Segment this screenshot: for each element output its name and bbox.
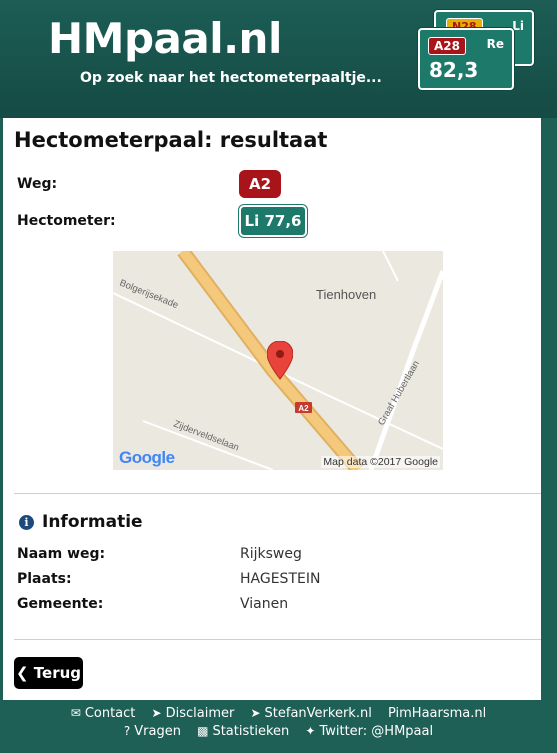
footer-link-label: Disclaimer xyxy=(165,706,235,721)
footer-link-disclaimer[interactable]: ➤ Disclaimer xyxy=(152,706,235,721)
sign-front-number: 82,3 xyxy=(429,58,479,82)
info-key: Naam weg: xyxy=(17,546,106,562)
site-header: HMpaal.nl Op zoek naar het hectometerpaa… xyxy=(0,0,557,118)
divider xyxy=(14,493,541,494)
footer-link-contact[interactable]: ✉ Contact xyxy=(71,706,136,721)
arrow-circle-icon: ➤ xyxy=(250,706,261,720)
info-title: Informatie xyxy=(42,512,143,532)
back-button-label: Terug xyxy=(33,664,82,682)
footer-link-stefanverkerk[interactable]: ➤ StefanVerkerk.nl xyxy=(250,706,371,721)
footer-link-statistieken[interactable]: ▩ Statistieken xyxy=(197,724,289,739)
info-key: Plaats: xyxy=(17,571,72,587)
site-footer: ✉ Contact ➤ Disclaimer ➤ StefanVerkerk.nl P… xyxy=(0,700,557,753)
footer-link-label: Contact xyxy=(84,706,136,721)
footer-link-label: PimHaarsma.nl xyxy=(387,706,487,721)
footer-link-label: Statistieken xyxy=(212,724,290,739)
map[interactable]: A2 Bolgerijsekade Zijderveldselaan Graaf… xyxy=(113,251,443,470)
info-icon: i xyxy=(19,515,34,530)
question-icon: ? xyxy=(123,724,131,738)
info-value: Vianen xyxy=(240,596,289,612)
footer-link-vragen[interactable]: ? Vragen xyxy=(124,724,181,739)
weg-label: Weg: xyxy=(17,176,58,192)
footer-link-pimhaarsma[interactable]: PimHaarsma.nl xyxy=(388,706,486,721)
arrow-circle-icon: ➤ xyxy=(151,706,162,720)
sign-front-side: Re xyxy=(486,37,504,51)
footer-row: ? Vragen ▩ Statistieken ✦ Twitter: @HMpaal xyxy=(0,724,557,739)
envelope-icon: ✉ xyxy=(70,706,81,720)
site-logo[interactable]: HMpaal.nl xyxy=(48,18,282,60)
map-marker-icon[interactable] xyxy=(267,341,293,381)
map-road-shield: A2 xyxy=(298,404,309,413)
footer-row: ✉ Contact ➤ Disclaimer ➤ StefanVerkerk.nl P… xyxy=(0,706,557,721)
main-content: Hectometerpaal: resultaat Weg: A2 Hectom… xyxy=(3,118,541,700)
bar-chart-icon: ▩ xyxy=(197,724,209,738)
map-street-label: Graaf Hubertlaan xyxy=(376,359,422,428)
map-street-label: Bolgerijsekade xyxy=(118,278,180,312)
map-road-line xyxy=(382,251,399,282)
hectometer-sign-front-icon: A28 Re 82,3 xyxy=(418,28,514,90)
footer-link-label: Vragen xyxy=(134,724,181,739)
chevron-left-icon: ❮ xyxy=(15,664,29,682)
twitter-icon: ✦ xyxy=(305,724,316,738)
footer-link-label: Twitter: @HMpaal xyxy=(319,724,434,739)
info-value: HAGESTEIN xyxy=(240,571,321,587)
google-logo-text: Google xyxy=(119,448,175,467)
divider xyxy=(14,639,541,640)
road-badge: A2 xyxy=(239,170,281,198)
page-title: Hectometerpaal: resultaat xyxy=(14,128,328,152)
footer-link-label: StefanVerkerk.nl xyxy=(264,706,372,721)
site-tagline: Op zoek naar het hectometerpaaltje... xyxy=(80,70,382,86)
hectometer-badge: Li 77,6 xyxy=(239,205,307,237)
map-credit[interactable]: Map data ©2017 Google xyxy=(321,456,440,468)
map-town-label: Tienhoven xyxy=(316,287,377,302)
google-logo[interactable]: Google xyxy=(119,448,175,468)
info-key: Gemeente: xyxy=(17,596,104,612)
hectometer-label: Hectometer: xyxy=(17,213,116,229)
footer-link-twitter[interactable]: ✦ Twitter: @HMpaal xyxy=(305,724,433,739)
back-button[interactable]: ❮ Terug xyxy=(14,657,83,689)
sign-front-road: A28 xyxy=(428,37,466,55)
info-value: Rijksweg xyxy=(240,546,302,562)
